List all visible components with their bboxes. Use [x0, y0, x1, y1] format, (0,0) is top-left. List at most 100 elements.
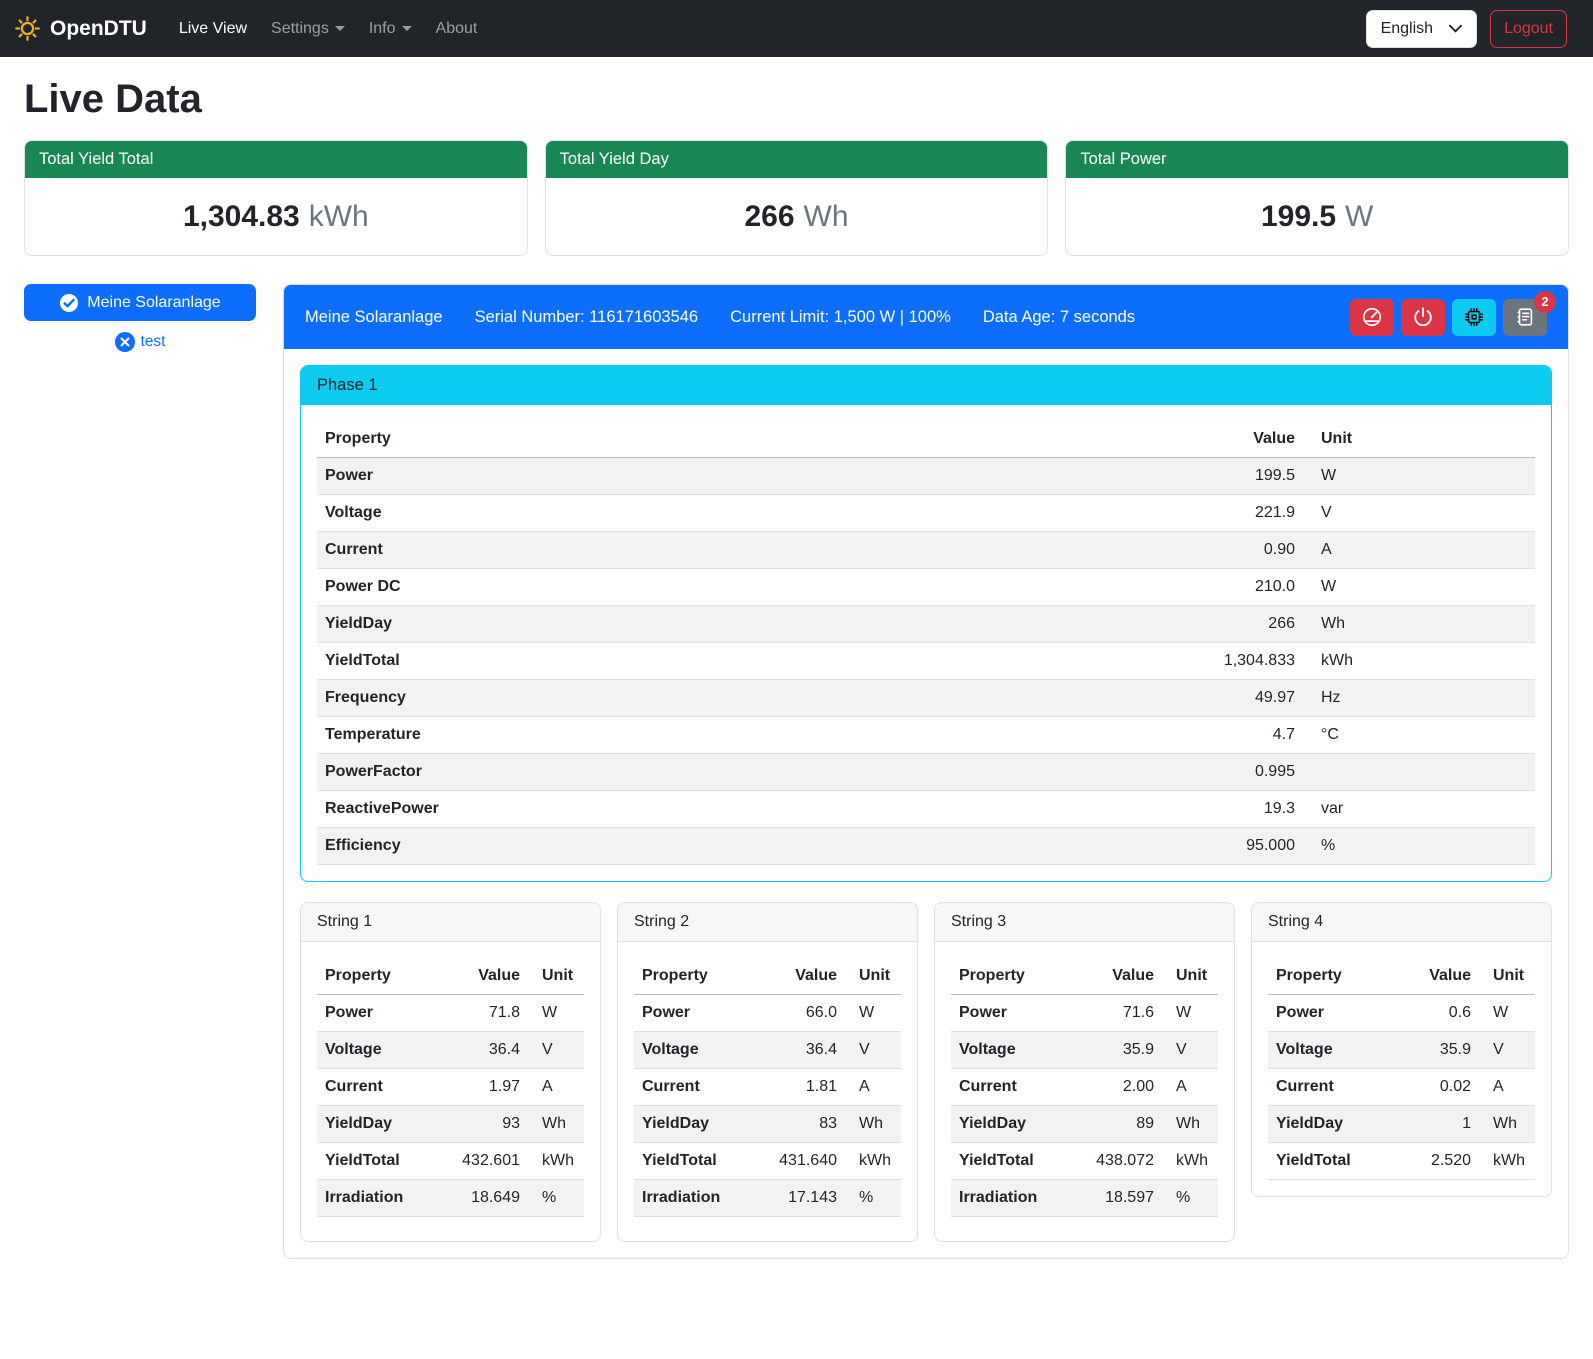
property-cell: YieldDay: [634, 1106, 753, 1143]
nav-item-label: Settings: [271, 20, 329, 38]
language-selected-label: English: [1381, 20, 1433, 38]
property-cell: ReactivePower: [317, 791, 1153, 828]
column-property: Property: [951, 958, 1070, 995]
navbar-right: English Logout: [1366, 10, 1567, 48]
language-select[interactable]: English: [1366, 10, 1477, 48]
value-cell: 71.6: [1070, 995, 1162, 1032]
nav-item-settings[interactable]: Settings: [263, 12, 353, 46]
unit-cell: var: [1303, 791, 1535, 828]
phase-1-body: Property Value Unit Power199.5WVoltage22…: [301, 405, 1551, 881]
nav-item-info[interactable]: Info: [361, 12, 420, 46]
inverter-selected-label: Meine Solaranlage: [87, 294, 220, 312]
property-cell: Irradiation: [634, 1180, 753, 1217]
string-1-header: String 1: [301, 903, 600, 942]
total-yield-total-value: 1,304.83: [183, 200, 300, 234]
event-count-badge: 2: [1534, 291, 1556, 313]
power-toggle-button[interactable]: [1401, 299, 1445, 336]
string-2-card: String 2 Property Value Unit: [617, 902, 918, 1242]
column-unit: Unit: [845, 958, 901, 995]
event-log-button[interactable]: 2: [1503, 299, 1547, 336]
value-cell: 1,304.833: [1153, 643, 1303, 680]
value-cell: 0.90: [1153, 532, 1303, 569]
value-cell: 221.9: [1153, 495, 1303, 532]
unit-cell: Wh: [1162, 1106, 1218, 1143]
value-cell: 71.8: [436, 995, 528, 1032]
unit-cell: A: [1162, 1069, 1218, 1106]
device-info-button[interactable]: [1452, 299, 1496, 336]
value-cell: 0.995: [1153, 754, 1303, 791]
value-cell: 83: [753, 1106, 845, 1143]
property-cell: YieldTotal: [317, 643, 1153, 680]
inverter-data-age: Data Age: 7 seconds: [983, 308, 1135, 327]
table-row: Voltage36.4V: [317, 1032, 584, 1069]
nav-item-label: About: [436, 20, 478, 38]
unit-cell: Wh: [1479, 1106, 1535, 1143]
value-cell: 66.0: [753, 995, 845, 1032]
string-2-table: Property Value Unit Power66.0WVoltage36.…: [634, 958, 901, 1217]
property-cell: Temperature: [317, 717, 1153, 754]
string-2-header: String 2: [618, 903, 917, 942]
table-row: Power71.6W: [951, 995, 1218, 1032]
chevron-down-icon: [402, 26, 412, 31]
unit-cell: A: [528, 1069, 584, 1106]
unit-cell: V: [528, 1032, 584, 1069]
total-power-unit: W: [1345, 200, 1373, 234]
value-cell: 1.97: [436, 1069, 528, 1106]
string-3-card: String 3 Property Value Unit: [934, 902, 1235, 1242]
column-unit: Unit: [528, 958, 584, 995]
string-4-card: String 4 Property Value Unit: [1251, 902, 1552, 1197]
nav-item-label: Live View: [179, 20, 247, 38]
card-header: Total Power: [1066, 141, 1568, 178]
property-cell: Current: [317, 532, 1153, 569]
check-circle-icon: [59, 293, 79, 313]
value-cell: 19.3: [1153, 791, 1303, 828]
property-cell: YieldTotal: [1268, 1143, 1387, 1180]
column-property: Property: [1268, 958, 1387, 995]
unit-cell: %: [528, 1180, 584, 1217]
nav-links: Live View Settings Info About: [171, 12, 486, 46]
unit-cell: %: [845, 1180, 901, 1217]
card-body: 1,304.83 kWh: [25, 178, 527, 255]
phase-1-table: Property Value Unit Power199.5WVoltage22…: [317, 421, 1535, 865]
table-row: YieldTotal1,304.833kWh: [317, 643, 1535, 680]
property-cell: Voltage: [634, 1032, 753, 1069]
property-cell: YieldDay: [317, 606, 1153, 643]
inverter-name: Meine Solaranlage: [305, 308, 443, 327]
nav-item-about[interactable]: About: [428, 12, 486, 46]
limit-settings-button[interactable]: [1350, 299, 1394, 336]
brand[interactable]: OpenDTU: [14, 15, 147, 42]
property-cell: Current: [1268, 1069, 1387, 1106]
inverter-actions: 2: [1350, 299, 1547, 336]
column-unit: Unit: [1479, 958, 1535, 995]
property-cell: YieldTotal: [634, 1143, 753, 1180]
table-row: Irradiation17.143%: [634, 1180, 901, 1217]
unit-cell: %: [1162, 1180, 1218, 1217]
inverter-selected-button[interactable]: Meine Solaranlage: [24, 284, 256, 321]
table-row: YieldTotal432.601kWh: [317, 1143, 584, 1180]
nav-item-live-view[interactable]: Live View: [171, 12, 255, 46]
table-header-row: Property Value Unit: [317, 958, 584, 995]
property-cell: YieldDay: [951, 1106, 1070, 1143]
column-property: Property: [317, 958, 436, 995]
property-cell: Voltage: [1268, 1032, 1387, 1069]
unit-cell: V: [845, 1032, 901, 1069]
value-cell: 0.02: [1387, 1069, 1479, 1106]
inverter-serial: Serial Number: 116171603546: [475, 308, 699, 327]
property-cell: Frequency: [317, 680, 1153, 717]
property-cell: Voltage: [317, 495, 1153, 532]
table-row: Power199.5W: [317, 458, 1535, 495]
unit-cell: V: [1162, 1032, 1218, 1069]
unit-cell: kWh: [845, 1143, 901, 1180]
value-cell: 17.143: [753, 1180, 845, 1217]
logout-button[interactable]: Logout: [1490, 10, 1567, 48]
inverter-deselect-link[interactable]: test: [24, 332, 256, 352]
table-row: Power71.8W: [317, 995, 584, 1032]
cpu-icon: [1463, 306, 1485, 328]
unit-cell: °C: [1303, 717, 1535, 754]
card-body: 199.5 W: [1066, 178, 1568, 255]
total-yield-day-card: Total Yield Day 266 Wh: [545, 140, 1049, 256]
property-cell: YieldDay: [1268, 1106, 1387, 1143]
string-4-body: Property Value Unit Power0.6WVoltage35.9…: [1252, 942, 1551, 1196]
table-row: Current0.90A: [317, 532, 1535, 569]
unit-cell: %: [1303, 828, 1535, 865]
